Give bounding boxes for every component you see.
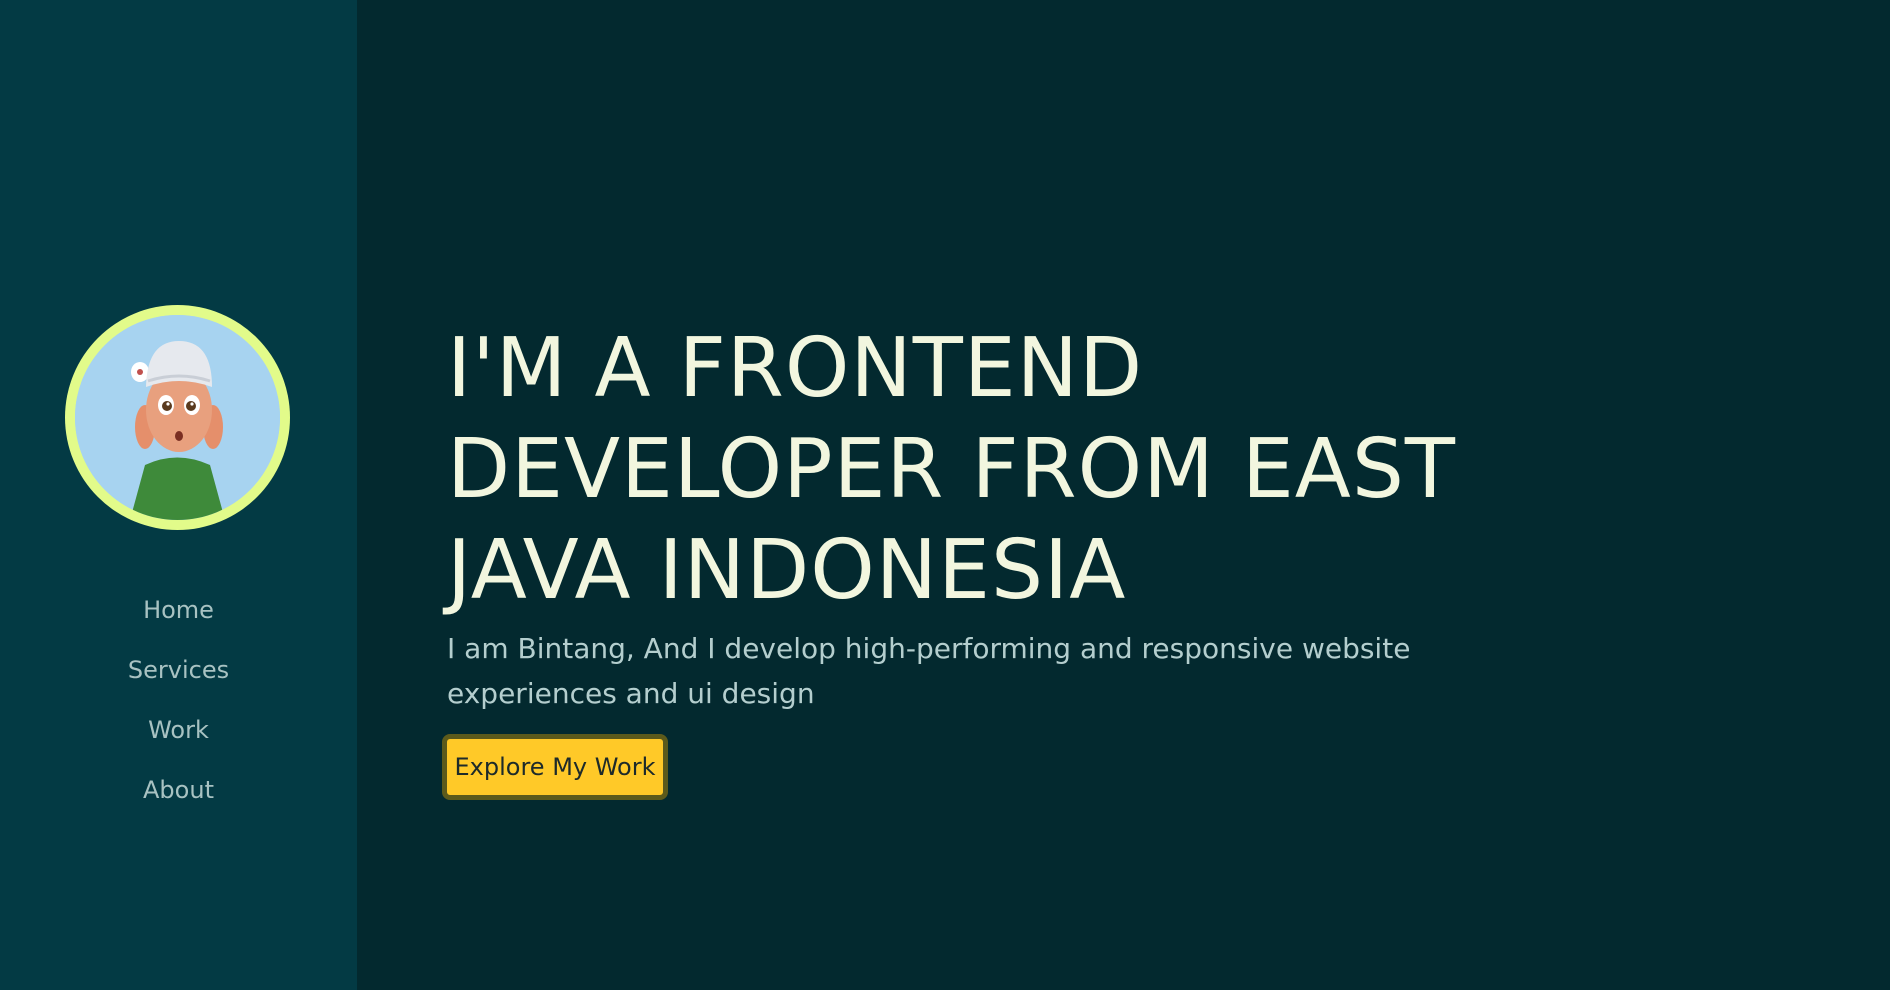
hero-title-line: DEVELOPER FROM EAST <box>447 422 1457 517</box>
nav-item-home: Home <box>0 580 357 640</box>
nav-item-work: Work <box>0 700 357 760</box>
nav-link-about[interactable]: About <box>143 776 214 804</box>
nav-link-work[interactable]: Work <box>148 716 209 744</box>
nav-item-services: Services <box>0 640 357 700</box>
avatar <box>75 315 280 520</box>
explore-my-work-button[interactable]: Explore My Work <box>442 734 668 800</box>
sidebar-nav: Home Services Work About <box>0 580 357 820</box>
avatar-illustration <box>75 315 280 520</box>
hero-section: I'M A FRONTEND DEVELOPER FROM EAST JAVA … <box>357 0 1890 990</box>
nav-link-services[interactable]: Services <box>128 656 229 684</box>
hero-subtitle: I am Bintang, And I develop high-perform… <box>447 632 1411 710</box>
hero-title-line: JAVA INDONESIA <box>447 523 1127 618</box>
nav-item-about: About <box>0 760 357 820</box>
hero-title: I'M A FRONTEND DEVELOPER FROM EAST JAVA … <box>447 318 1547 621</box>
hero-title-line: I'M A FRONTEND <box>447 321 1144 416</box>
sidebar: Home Services Work About <box>0 0 357 990</box>
nav-link-home[interactable]: Home <box>143 596 214 624</box>
avatar-ring <box>65 305 290 530</box>
